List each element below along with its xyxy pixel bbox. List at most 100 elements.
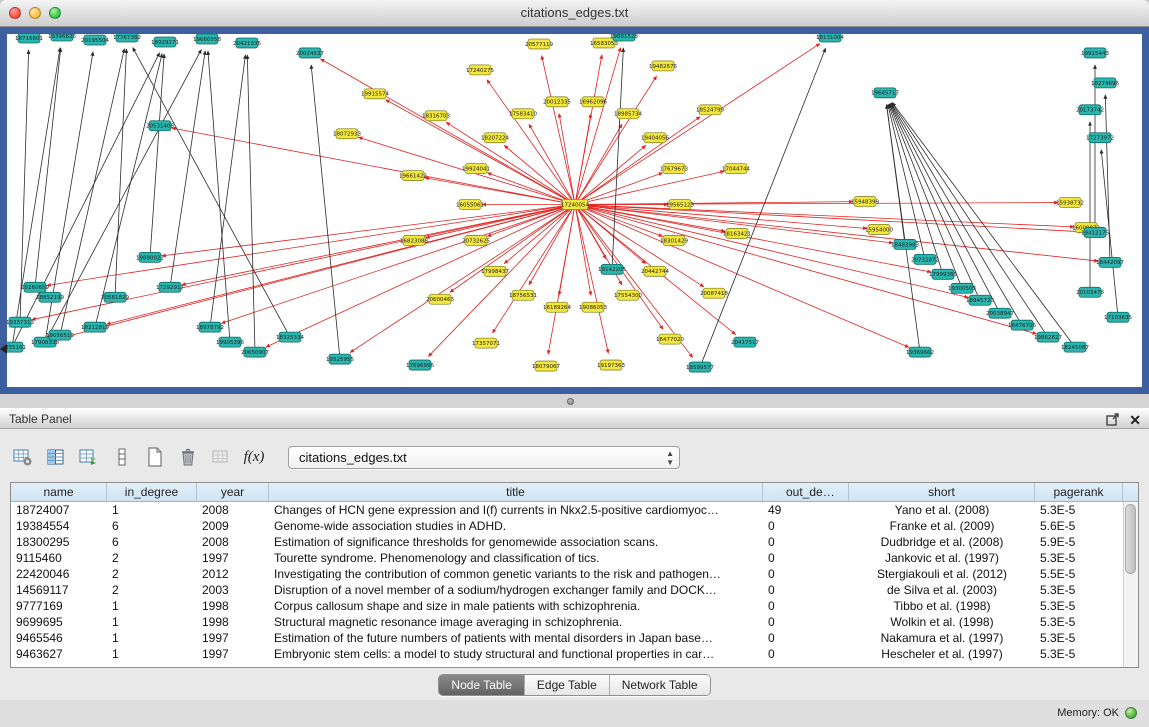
column-header-out_degree[interactable]: △out_de… <box>763 483 849 501</box>
import-table-disabled-icon[interactable] <box>208 445 234 469</box>
tab-network-table[interactable]: Network Table <box>609 675 710 695</box>
citation-edge-red[interactable] <box>575 205 968 298</box>
graph-node[interactable]: 17292917 <box>156 282 184 292</box>
graph-node[interactable]: 19525955 <box>326 354 354 364</box>
citation-edge-red[interactable] <box>487 173 575 205</box>
graph-node[interactable]: 19565123 <box>666 200 694 210</box>
citation-edge-red[interactable] <box>107 205 575 325</box>
graph-node[interactable]: 17357071 <box>472 338 500 348</box>
graph-node[interactable]: 19482676 <box>649 61 677 71</box>
close-panel-icon[interactable]: ✕ <box>1129 413 1141 427</box>
graph-node[interactable]: 19660558 <box>193 34 221 44</box>
graph-node[interactable]: 17240054 <box>561 200 589 210</box>
table-row[interactable]: 946362711997Embryonic stem cells: a mode… <box>11 646 1138 662</box>
graph-node[interactable]: 18079067 <box>532 361 560 371</box>
graph-node[interactable]: 18212819 <box>81 322 109 332</box>
graph-node[interactable]: 19915443 <box>1081 48 1109 58</box>
citation-edge-red[interactable] <box>575 145 646 204</box>
graph-node[interactable]: 17999365 <box>929 269 957 279</box>
column-header-name[interactable]: name <box>11 483 107 501</box>
delete-table-icon[interactable] <box>175 445 201 469</box>
graph-node[interactable]: 18978792 <box>196 322 224 332</box>
graph-node[interactable]: 20600463 <box>426 294 454 304</box>
splitter-handle-icon[interactable] <box>567 398 574 405</box>
graph-node[interactable]: 20012335 <box>543 97 571 107</box>
row-options-icon[interactable] <box>109 445 135 469</box>
graph-node[interactable]: 20417517 <box>731 337 759 347</box>
graph-node[interactable]: 17273972 <box>1086 133 1114 143</box>
citation-edge-black[interactable] <box>210 55 245 327</box>
graph-node[interactable]: 19924041 <box>462 164 490 174</box>
citation-edge-black[interactable] <box>170 51 205 287</box>
graph-node[interactable]: 20024537 <box>296 48 324 58</box>
graph-node[interactable]: 16823088 <box>400 235 428 245</box>
graph-node[interactable]: 18207224 <box>481 133 509 143</box>
graph-node[interactable]: 18852199 <box>36 292 64 302</box>
graph-node[interactable]: 17554300 <box>614 290 642 300</box>
graph-node[interactable]: 19412175 <box>1081 227 1109 237</box>
graph-node[interactable]: 20421936 <box>233 38 261 48</box>
graph-node[interactable]: 17696996 <box>406 360 434 370</box>
zoom-window-icon[interactable] <box>49 7 61 19</box>
graph-node[interactable]: 20442744 <box>641 266 669 276</box>
graph-node[interactable]: 17044744 <box>722 164 750 174</box>
graph-node[interactable]: 20577119 <box>525 39 553 49</box>
graph-node[interactable]: 17998437 <box>481 266 509 276</box>
graph-node[interactable]: 18985734 <box>614 109 642 119</box>
graph-node[interactable]: 16055061 <box>456 200 484 210</box>
column-header-pagerank[interactable]: pagerank <box>1035 483 1123 501</box>
window-titlebar[interactable]: citations_edges.txt <box>0 0 1149 27</box>
graph-node[interactable]: 16477020 <box>656 334 684 344</box>
graph-node[interactable]: 16189264 <box>543 302 571 312</box>
graph-node[interactable]: 18442097 <box>1096 257 1124 267</box>
minimize-window-icon[interactable] <box>29 7 41 19</box>
detach-panel-icon[interactable] <box>1106 413 1119 426</box>
citation-edge-black[interactable] <box>892 102 1075 347</box>
citation-edge-black[interactable] <box>700 48 826 367</box>
graph-node[interactable]: 18483983 <box>891 239 919 249</box>
horizontal-splitter[interactable] <box>0 394 1149 408</box>
table-row[interactable]: 946554611997Estimation of the future num… <box>11 630 1138 646</box>
graph-node[interactable]: 20650907 <box>241 347 269 357</box>
citation-edge-red[interactable] <box>428 205 575 357</box>
graph-node[interactable]: 17767382 <box>113 34 141 42</box>
graph-node[interactable]: 20732872 <box>911 254 939 264</box>
table-row[interactable]: 1456911722003Disruption of a novel membe… <box>11 582 1138 598</box>
citation-edge-black[interactable] <box>20 50 29 322</box>
citation-edge-black[interactable] <box>115 49 126 297</box>
graph-node[interactable]: 18301429 <box>660 235 688 245</box>
column-header-in_degree[interactable]: in_degree <box>107 483 197 501</box>
column-header-short[interactable]: short <box>849 483 1035 501</box>
graph-node[interactable]: 18716601 <box>15 34 43 43</box>
citation-network-graph[interactable]: 17240054 19565123 18301429 20442744 17554300… <box>7 34 1142 387</box>
table-row[interactable]: 977716911998Corpus callosum shape and si… <box>11 598 1138 614</box>
scrollbar-thumb[interactable] <box>1125 504 1136 574</box>
graph-node[interactable]: 19197363 <box>597 360 625 370</box>
citation-edge-black[interactable] <box>150 54 164 257</box>
graph-node[interactable]: 17103635 <box>1104 312 1132 322</box>
table-row[interactable]: 969969511998Structural magnetic resonanc… <box>11 614 1138 630</box>
graph-node[interactable]: 20732625 <box>462 235 490 245</box>
graph-node[interactable]: 20103478 <box>1076 287 1104 297</box>
graph-node[interactable]: 18316703 <box>422 111 450 121</box>
edit-table-icon[interactable] <box>76 445 102 469</box>
graph-node[interactable]: 18163421 <box>723 228 751 238</box>
citation-edge-red[interactable] <box>575 44 820 205</box>
graph-node[interactable]: 15938732 <box>1056 198 1084 208</box>
citation-edge-black[interactable] <box>888 104 925 259</box>
citation-edge-red[interactable] <box>221 205 575 324</box>
graph-node[interactable]: 17679673 <box>660 164 688 174</box>
citation-edge-black[interactable] <box>612 48 623 269</box>
graph-node[interactable]: 18945720 <box>966 295 994 305</box>
table-row[interactable]: 1938455462009Genome-wide association stu… <box>11 518 1138 534</box>
graph-node[interactable]: 19661422 <box>399 171 427 181</box>
citation-edge-red[interactable] <box>575 171 724 204</box>
graph-node[interactable]: 17240275 <box>466 65 494 75</box>
graph-node[interactable]: 19369662 <box>906 347 934 357</box>
citation-edge-red[interactable] <box>266 205 575 348</box>
graph-node[interactable]: 16055161 <box>7 342 26 352</box>
citation-edge-black[interactable] <box>133 48 290 338</box>
tab-edge-table[interactable]: Edge Table <box>524 675 609 695</box>
graph-node[interactable]: 20531408 <box>146 121 174 131</box>
graph-node[interactable]: 19862827 <box>1034 332 1062 342</box>
